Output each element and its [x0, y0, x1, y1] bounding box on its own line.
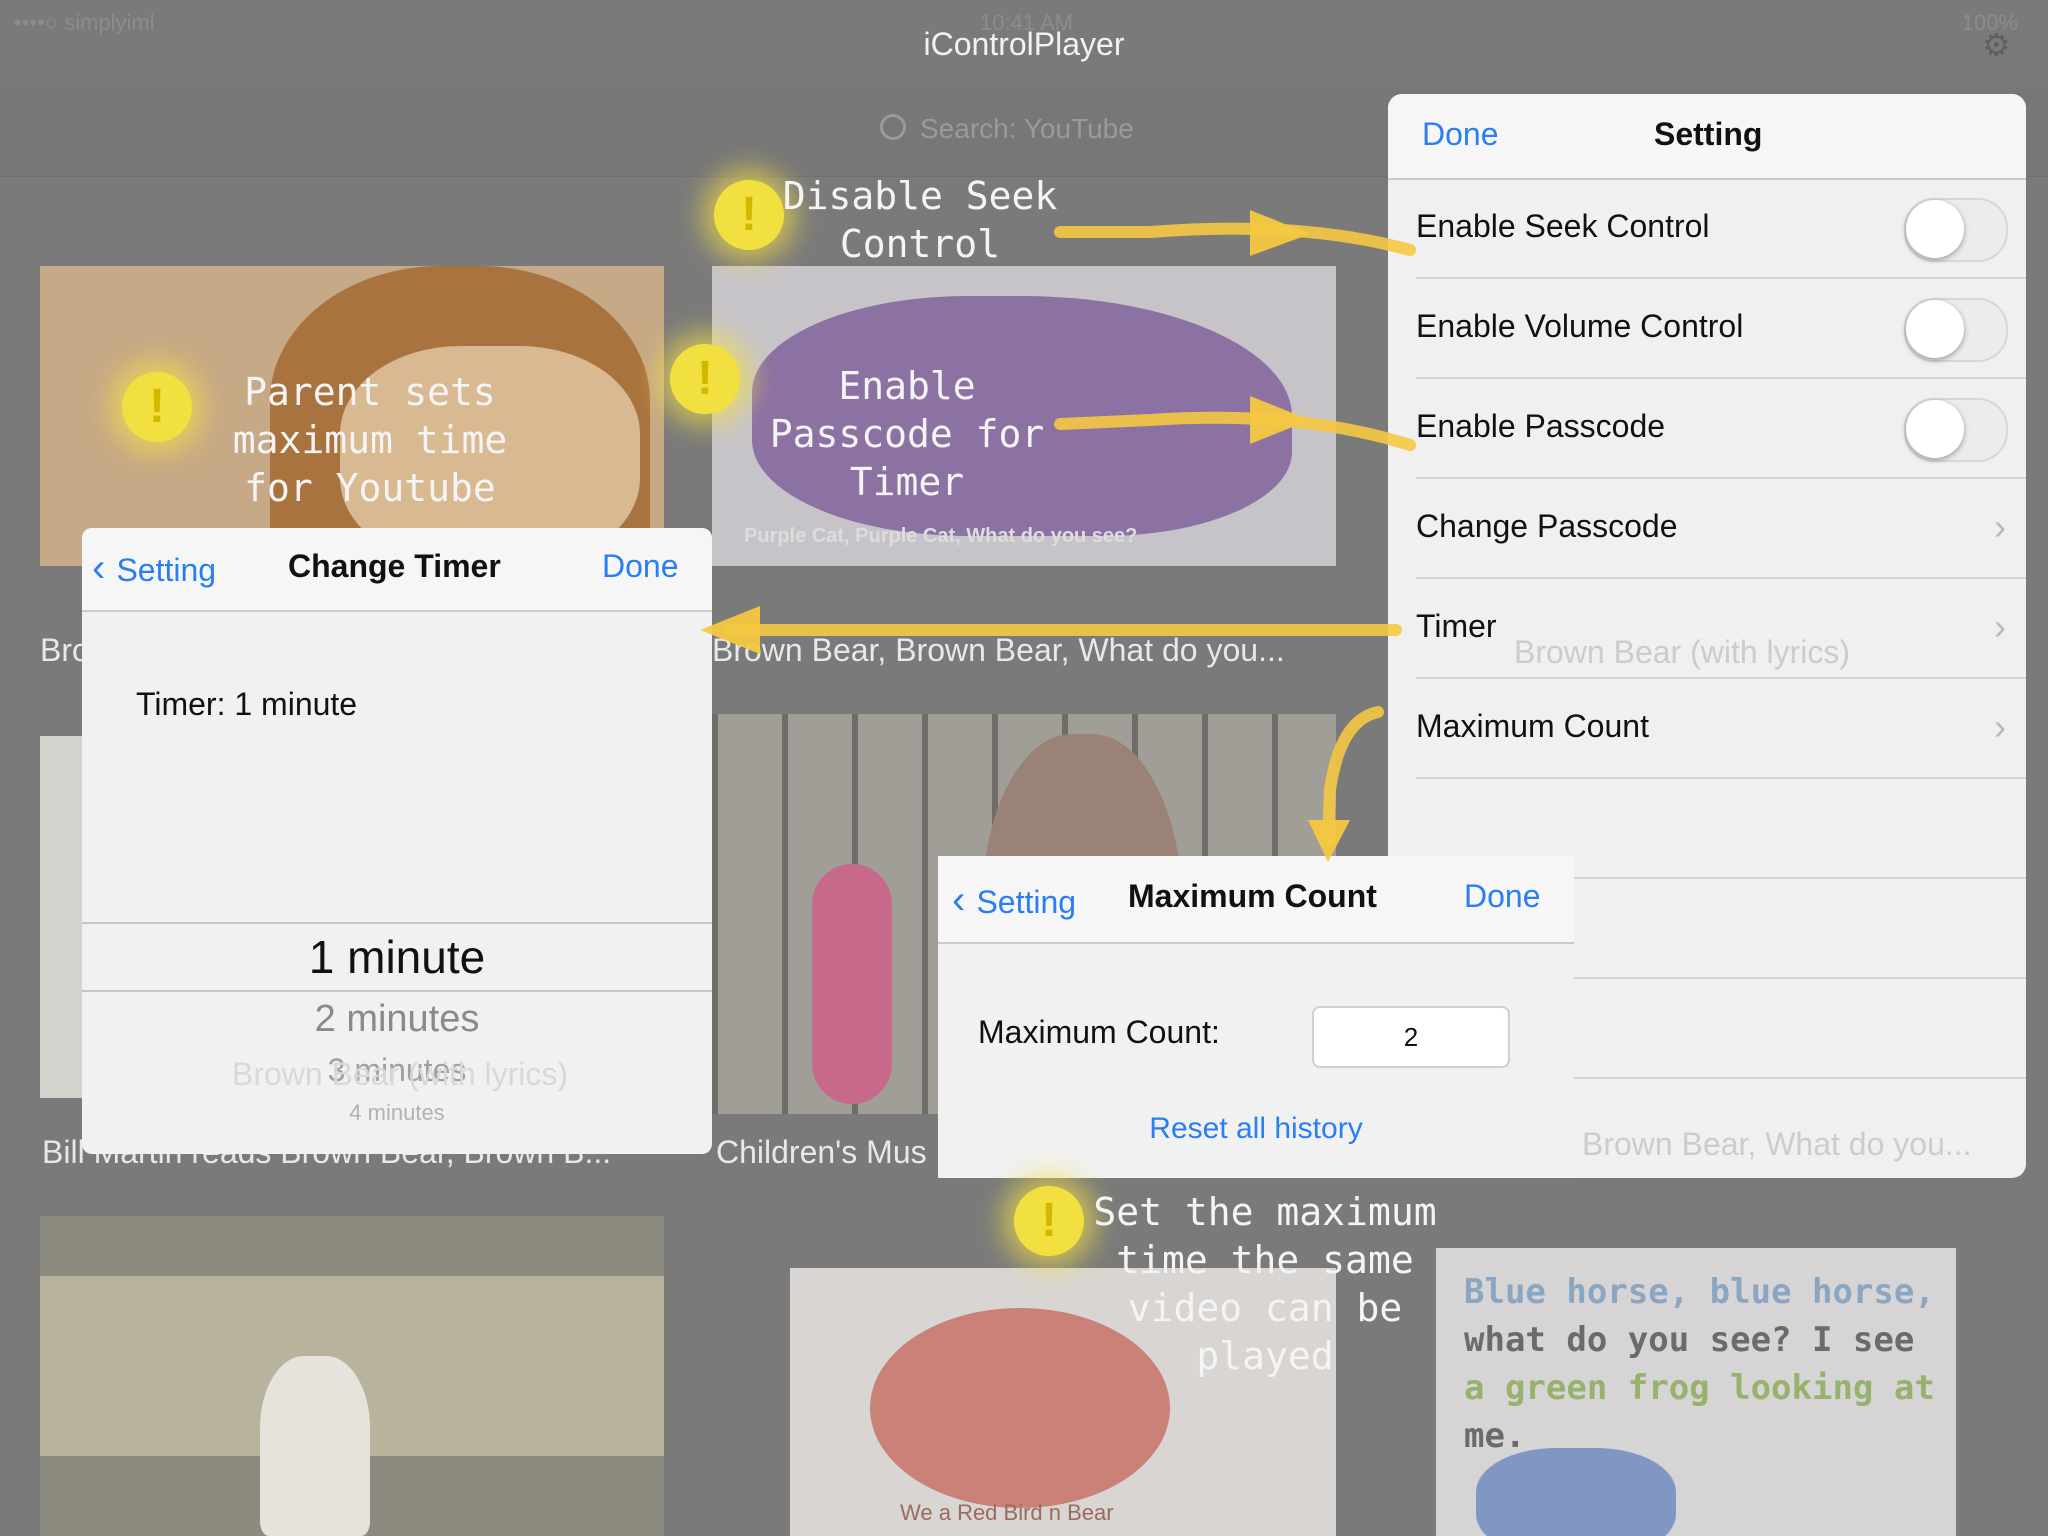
max-count-input[interactable]	[1312, 1006, 1510, 1068]
reset-history-button[interactable]: Reset all history	[938, 1112, 1574, 1146]
thumbnail-art	[812, 864, 892, 1104]
warning-icon: !	[670, 344, 740, 414]
max-count-back-label: Setting	[976, 884, 1077, 920]
chevron-right-icon: ›	[1994, 606, 2006, 647]
volume-toggle[interactable]	[1904, 298, 2008, 362]
setting-label: Timer	[1416, 608, 1497, 644]
setting-label: Maximum Count	[1416, 708, 1649, 744]
setting-row-change-passcode[interactable]: Change Passcode ›	[1416, 478, 2026, 579]
app-title: iControlPlayer	[923, 26, 1125, 62]
toggle-knob	[1906, 200, 1964, 258]
settings-header: Done Setting	[1388, 94, 2026, 180]
annotation-max-count: Set the maximum time the same video can …	[1093, 1190, 1437, 1378]
timer-header: ‹ Setting Change Timer Done	[82, 528, 712, 612]
max-count-title: Maximum Count	[1128, 878, 1377, 914]
video-thumbnail-5[interactable]	[40, 1216, 664, 1536]
passcode-toggle[interactable]	[1904, 398, 2008, 462]
video-title[interactable]: Brown Bear, Brown Bear, What do you...	[712, 632, 1352, 669]
search-input[interactable]: Search: YouTube	[880, 112, 1134, 145]
poem-line: Blue horse, blue horse,	[1464, 1272, 1935, 1312]
setting-row-seek[interactable]: Enable Seek Control	[1416, 178, 2026, 279]
chevron-left-icon: ‹	[92, 546, 117, 590]
chevron-right-icon: ›	[1994, 706, 2006, 747]
setting-label: Enable Volume Control	[1416, 308, 1744, 344]
video-thumbnail-7[interactable]: Blue horse, blue horse, what do you see?…	[1436, 1248, 1956, 1536]
warning-icon: !	[122, 372, 192, 442]
background-video-title: Brown Bear (with lyrics)	[232, 1056, 569, 1092]
picker-divider	[82, 922, 712, 924]
gear-icon[interactable]: ⚙	[1982, 29, 2012, 61]
warning-icon: !	[1014, 1186, 1084, 1256]
picker-option[interactable]: 4 minutes	[82, 1100, 712, 1126]
annotation-seek: Disable Seek Control	[782, 174, 1058, 266]
settings-done-button[interactable]: Done	[1422, 116, 1499, 153]
picker-option-selected[interactable]: 1 minute	[82, 930, 712, 984]
max-count-header: ‹ Setting Maximum Count Done	[938, 856, 1574, 944]
max-count-label: Maximum Count:	[978, 1014, 1220, 1050]
arrow-seek	[1054, 222, 1416, 256]
picker-divider	[82, 990, 712, 992]
max-count-back-button[interactable]: ‹ Setting	[952, 878, 1076, 923]
max-count-done-button[interactable]: Done	[1464, 878, 1541, 915]
change-timer-popover: ‹ Setting Change Timer Done Timer: 1 min…	[82, 528, 712, 1154]
toggle-knob	[1906, 400, 1964, 458]
arrowhead-seek	[1250, 210, 1310, 256]
chevron-left-icon: ‹	[952, 878, 977, 922]
settings-title: Setting	[1654, 116, 1763, 152]
thumbnail-art	[260, 1356, 370, 1536]
seek-toggle[interactable]	[1904, 198, 2008, 262]
background-video-title: Brown Bear, What do you...	[1582, 1126, 1972, 1162]
thumbnail-art	[1476, 1448, 1676, 1536]
chevron-right-icon: ›	[1994, 506, 2006, 547]
thumbnail-poem: Blue horse, blue horse, what do you see?…	[1464, 1268, 1944, 1460]
search-icon	[880, 114, 906, 140]
timer-back-button[interactable]: ‹ Setting	[92, 546, 216, 591]
setting-label: Enable Seek Control	[1416, 208, 1710, 244]
setting-row-passcode[interactable]: Enable Passcode	[1416, 378, 2026, 479]
poem-line: what do you see? I see	[1464, 1320, 1915, 1360]
maximum-count-popover: ‹ Setting Maximum Count Done Maximum Cou…	[938, 856, 1574, 1178]
setting-label: Change Passcode	[1416, 508, 1678, 544]
video-title[interactable]: Children's Mus	[716, 1134, 936, 1171]
setting-row-volume[interactable]: Enable Volume Control	[1416, 278, 2026, 379]
nav-bar: iControlPlayer ⚙	[0, 0, 2048, 89]
thumbnail-caption: We a Red Bird n Bear	[900, 1500, 1114, 1525]
search-placeholder: Search: YouTube	[920, 113, 1134, 144]
timer-back-label: Setting	[116, 552, 217, 588]
setting-row-max-count[interactable]: Maximum Count ›	[1416, 678, 2026, 779]
timer-done-button[interactable]: Done	[602, 548, 679, 585]
annotation-timer: Parent sets maximum time for Youtube	[232, 370, 508, 510]
annotation-passcode: Enable Passcode for Timer	[769, 364, 1045, 504]
timer-title: Change Timer	[288, 548, 501, 584]
toggle-knob	[1906, 300, 1964, 358]
timer-value-label: Timer: 1 minute	[136, 686, 358, 722]
poem-line: a green frog looking at	[1464, 1368, 1935, 1408]
thumbnail-caption: Purple Cat, Purple Cat, What do you see?	[744, 525, 1138, 547]
picker-option[interactable]: 2 minutes	[82, 998, 712, 1041]
background-video-title: Brown Bear (with lyrics)	[1514, 634, 1851, 670]
setting-label: Enable Passcode	[1416, 408, 1666, 444]
